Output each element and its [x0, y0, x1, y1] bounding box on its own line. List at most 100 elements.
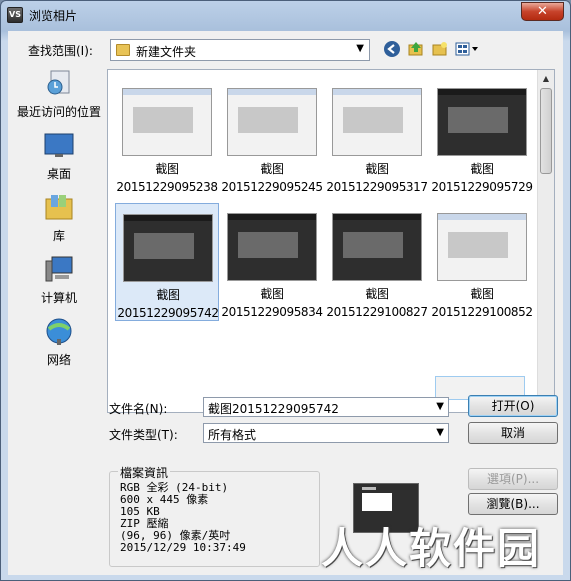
- up-folder-icon[interactable]: [406, 40, 426, 60]
- filename-combobox[interactable]: 截图20151229095742 ▼: [203, 397, 449, 417]
- file-name-prefix: 截图: [260, 287, 284, 301]
- file-name-prefix: 截图: [365, 287, 389, 301]
- file-name-label: 截图 20151229095245: [220, 160, 324, 196]
- thumbnail-title-bar: [124, 215, 212, 221]
- computer-icon: [43, 255, 75, 285]
- thumbnail: [332, 88, 422, 156]
- list-item[interactable]: 截图 20151229095729: [430, 78, 534, 196]
- place-label: 桌面: [46, 167, 71, 181]
- network-icon: [43, 317, 75, 347]
- filetype-value: 所有格式: [208, 428, 257, 442]
- file-name-date: 20151229100827: [326, 305, 428, 319]
- thumbnail: [227, 213, 317, 281]
- window-title: 浏览相片: [29, 9, 78, 23]
- app-icon: VS: [7, 7, 23, 23]
- file-name-date: 20151229100852: [431, 305, 533, 319]
- file-name-prefix: 截图: [156, 288, 180, 302]
- file-name-label: 截图 20151229095742: [116, 286, 220, 322]
- file-name-prefix: 截图: [470, 287, 494, 301]
- list-item[interactable]: 截图 20151229100852: [430, 203, 534, 321]
- file-name-label: 截图 20151229100852: [430, 285, 534, 321]
- browse-photos-dialog: VS 浏览相片 ✕ 查找范围(I): 新建文件夹 ▼ 最近访问的位置 桌面 库 …: [0, 0, 571, 581]
- thumbnail: [123, 214, 213, 282]
- file-name-label: 截图 20151229095238: [115, 160, 219, 196]
- place-label: 计算机: [40, 291, 77, 305]
- chevron-down-icon: ▼: [356, 43, 364, 54]
- views-menu-icon[interactable]: [454, 40, 480, 60]
- preview-dialog: [362, 493, 392, 511]
- file-name-label: 截图 20151229095317: [325, 160, 429, 196]
- list-item[interactable]: 截图 20151229095245: [220, 78, 324, 196]
- thumbnail-content: [343, 232, 403, 258]
- file-name-date: 20151229095742: [117, 306, 219, 320]
- list-item[interactable]: 截图 20151229100827: [325, 203, 429, 321]
- list-item-partial[interactable]: [428, 366, 532, 400]
- file-name-prefix: 截图: [365, 162, 389, 176]
- look-in-value: 新建文件夹: [136, 45, 197, 59]
- back-icon[interactable]: [382, 40, 402, 60]
- folder-icon: [116, 44, 130, 56]
- preview-title-bar: [362, 487, 376, 490]
- list-item[interactable]: 截图 20151229095317: [325, 78, 429, 196]
- scroll-up-icon[interactable]: ▲: [538, 70, 554, 87]
- options-button[interactable]: 選項(P)...: [468, 468, 558, 490]
- close-button[interactable]: ✕: [521, 2, 564, 21]
- place-libraries[interactable]: 库: [13, 193, 105, 251]
- filetype-select[interactable]: 所有格式 ▼: [203, 423, 449, 443]
- thumbnail: [437, 88, 527, 156]
- place-computer[interactable]: 计算机: [13, 255, 105, 313]
- chevron-down-icon[interactable]: ▼: [436, 401, 444, 412]
- place-desktop[interactable]: 桌面: [13, 131, 105, 189]
- place-network[interactable]: 网络: [13, 317, 105, 375]
- look-in-label: 查找范围(I):: [28, 44, 93, 58]
- list-item[interactable]: 截图 20151229095834: [220, 203, 324, 321]
- scrollbar-thumb[interactable]: [540, 88, 552, 174]
- file-name-prefix: 截图: [470, 162, 494, 176]
- thumbnail-content: [133, 107, 193, 133]
- file-name-prefix: 截图: [155, 162, 179, 176]
- filetype-label: 文件类型(T):: [109, 428, 178, 442]
- thumbnail-content: [238, 232, 298, 258]
- filename-value: 截图20151229095742: [208, 402, 339, 416]
- file-name-label: 截图 20151229095729: [430, 160, 534, 196]
- libraries-icon: [43, 193, 75, 223]
- chevron-down-icon[interactable]: ▼: [436, 427, 444, 438]
- file-name-prefix: 截图: [260, 162, 284, 176]
- thumbnail-content: [448, 232, 508, 258]
- file-info-title: 檔案資訊: [118, 464, 171, 481]
- file-list[interactable]: 截图 20151229095238 截图 20151229095245 截图 201512…: [107, 69, 555, 413]
- list-item[interactable]: 截图 20151229095742: [115, 203, 219, 321]
- thumbnail-content: [238, 107, 298, 133]
- thumbnail: [227, 88, 317, 156]
- thumbnail-title-bar: [228, 89, 316, 95]
- desktop-icon: [43, 131, 75, 161]
- thumbnail-title-bar: [438, 214, 526, 220]
- title-bar[interactable]: VS 浏览相片 ✕: [1, 1, 570, 29]
- place-recent[interactable]: 最近访问的位置: [13, 69, 105, 127]
- thumbnail-title-bar: [123, 89, 211, 95]
- info-line: 2015/12/29 10:37:49: [120, 541, 246, 554]
- thumbnail-title-bar: [333, 214, 421, 220]
- file-name-date: 20151229095834: [221, 305, 323, 319]
- file-name-date: 20151229095317: [326, 180, 428, 194]
- thumbnail: [437, 213, 527, 281]
- watermark-logo: 人人软件园: [321, 524, 542, 573]
- vertical-scrollbar[interactable]: ▲ ▼: [537, 70, 554, 412]
- file-info-group: 檔案資訊 RGB 全彩 (24-bit) 600 x 445 像素 105 KB…: [109, 464, 320, 567]
- new-folder-icon[interactable]: [430, 40, 450, 60]
- thumbnail-content: [134, 233, 194, 259]
- places-bar: 最近访问的位置 桌面 库 计算机 网络: [13, 67, 105, 409]
- thumbnail-content: [448, 107, 508, 133]
- thumbnail-content: [343, 107, 403, 133]
- dialog-body: 查找范围(I): 新建文件夹 ▼ 最近访问的位置 桌面 库 计算机 网络 截图 …: [8, 31, 563, 575]
- file-name-date: 20151229095245: [221, 180, 323, 194]
- cancel-button[interactable]: 取消: [468, 422, 558, 444]
- file-name-date: 20151229095729: [431, 180, 533, 194]
- list-item[interactable]: 截图 20151229095238: [115, 78, 219, 196]
- browse-button[interactable]: 瀏覽(B)...: [468, 493, 558, 515]
- thumbnail-title-bar: [438, 89, 526, 95]
- place-label: 最近访问的位置: [16, 105, 101, 119]
- thumbnail: [122, 88, 212, 156]
- look-in-combobox[interactable]: 新建文件夹 ▼: [110, 39, 370, 61]
- open-button[interactable]: 打开(O): [468, 395, 558, 417]
